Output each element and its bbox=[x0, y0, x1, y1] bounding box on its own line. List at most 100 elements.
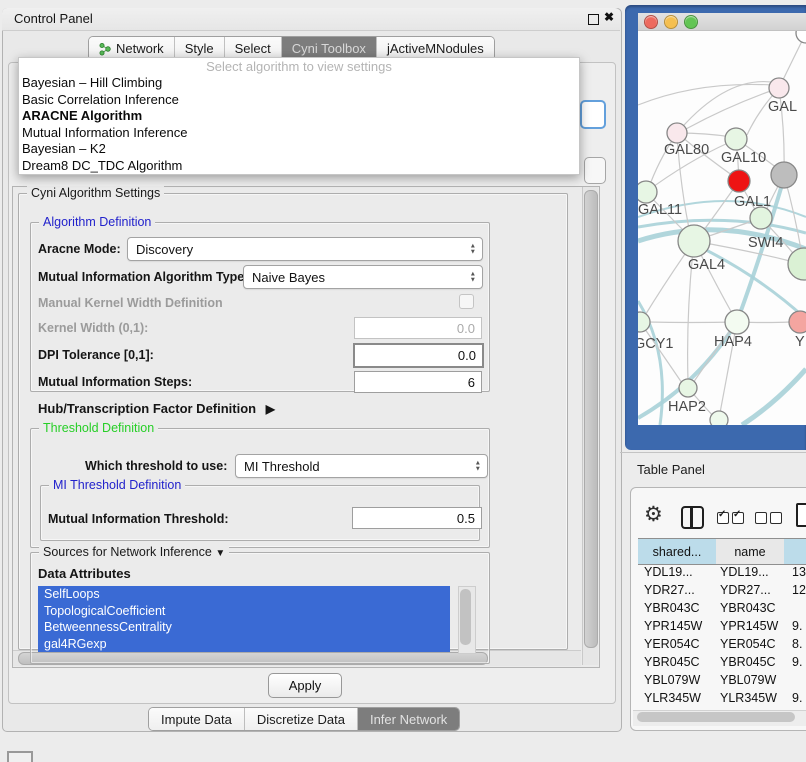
table-row[interactable]: YLR345WYLR345W9. bbox=[638, 691, 806, 709]
network-node-label: GAL1 bbox=[734, 194, 771, 210]
tab-discretize-data[interactable]: Discretize Data bbox=[245, 708, 358, 730]
column-header-name[interactable]: name bbox=[716, 538, 785, 565]
control-panel-titlebar bbox=[2, 8, 620, 31]
column-header-third[interactable] bbox=[784, 538, 806, 565]
network-node[interactable] bbox=[788, 248, 806, 280]
network-icon bbox=[99, 42, 111, 56]
unchecked-checkbox-icon[interactable] bbox=[755, 512, 767, 524]
table-row[interactable]: YDR27...YDR27...12 bbox=[638, 583, 806, 601]
aracne-mode-combobox[interactable]: Discovery ▲▼ bbox=[127, 237, 483, 261]
aracne-mode-label: Aracne Mode: bbox=[38, 242, 121, 256]
data-attribute-item[interactable]: BetweennessCentrality bbox=[38, 619, 450, 636]
algorithm-combobox-fragment[interactable] bbox=[580, 100, 606, 129]
manual-kernel-checkbox[interactable] bbox=[459, 294, 474, 309]
mi-threshold-definition-title: MI Threshold Definition bbox=[49, 478, 185, 492]
network-node[interactable] bbox=[769, 78, 789, 98]
network-edge[interactable] bbox=[742, 369, 806, 425]
network-node-label: HAP4 bbox=[714, 334, 752, 350]
which-threshold-combobox[interactable]: MI Threshold ▲▼ bbox=[235, 454, 488, 478]
table-row[interactable]: YBR043CYBR043C bbox=[638, 601, 806, 619]
mi-steps-field[interactable]: 6 bbox=[354, 371, 482, 393]
table-row[interactable]: YPR145WYPR145W9. bbox=[638, 619, 806, 637]
network-node[interactable] bbox=[725, 310, 749, 334]
network-node[interactable] bbox=[678, 225, 710, 257]
data-attribute-item[interactable]: SelfLoops bbox=[38, 586, 450, 603]
close-icon[interactable]: ✖ bbox=[604, 10, 614, 24]
collapse-arrow-icon[interactable]: ▼ bbox=[215, 548, 225, 559]
algorithm-option[interactable]: Bayesian – K2 bbox=[19, 141, 579, 158]
network-node[interactable] bbox=[725, 128, 747, 150]
kernel-width-field[interactable]: 0.0 bbox=[354, 317, 482, 339]
network-node-label: SWI4 bbox=[748, 235, 783, 251]
network-node-label: GAL10 bbox=[721, 150, 766, 166]
mi-algorithm-type-combobox[interactable]: Naive Bayes ▲▼ bbox=[243, 265, 483, 289]
close-traffic-light[interactable] bbox=[644, 15, 658, 29]
network-edge[interactable] bbox=[686, 88, 779, 129]
network-node[interactable] bbox=[710, 411, 728, 425]
table-cell: 9. bbox=[784, 691, 806, 709]
dpi-tolerance-field[interactable]: 0.0 bbox=[353, 343, 484, 368]
algorithm-option[interactable]: Dream8 DC_TDC Algorithm bbox=[19, 158, 579, 175]
split-columns-icon[interactable] bbox=[681, 506, 704, 529]
float-window-icon[interactable] bbox=[588, 14, 599, 25]
network-node[interactable] bbox=[750, 207, 772, 229]
zoom-traffic-light[interactable] bbox=[684, 15, 698, 29]
algorithm-option[interactable]: Bayesian – Hill Climbing bbox=[19, 75, 579, 92]
minimize-traffic-light[interactable] bbox=[664, 15, 678, 29]
tab-discretize-data-label: Discretize Data bbox=[257, 712, 345, 727]
network-node[interactable] bbox=[771, 162, 797, 188]
network-edge[interactable] bbox=[648, 322, 737, 323]
data-attribute-item[interactable]: TopologicalCoefficient bbox=[38, 603, 450, 620]
table-cell: YBR043C bbox=[638, 601, 716, 619]
network-edge[interactable] bbox=[638, 84, 772, 105]
network-node-label: GAL80 bbox=[664, 142, 709, 158]
network-canvas[interactable]: GALGAL80GAL10GAL1GAL11SWI4GAL4GCY1HAP4YH… bbox=[638, 13, 806, 425]
tab-infer-network-label: Infer Network bbox=[370, 712, 447, 727]
tab-network-label: Network bbox=[116, 41, 164, 56]
tab-select-label: Select bbox=[235, 41, 271, 56]
network-node[interactable] bbox=[789, 311, 806, 333]
tab-impute-data-label: Impute Data bbox=[161, 712, 232, 727]
tab-impute-data[interactable]: Impute Data bbox=[149, 708, 245, 730]
network-node[interactable] bbox=[638, 181, 657, 203]
mi-threshold-field[interactable]: 0.5 bbox=[352, 507, 482, 529]
network-node[interactable] bbox=[679, 379, 697, 397]
network-node-label: GCY1 bbox=[638, 336, 674, 352]
table-cell: YBR045C bbox=[638, 655, 716, 673]
checked-checkbox-icon[interactable] bbox=[717, 512, 729, 524]
table-cell: YER054C bbox=[638, 637, 716, 655]
table-row[interactable]: YBL079WYBL079W bbox=[638, 673, 806, 691]
unchecked-checkbox-icon[interactable] bbox=[770, 512, 782, 524]
settings-vscrollbar-thumb[interactable] bbox=[584, 190, 598, 648]
table-combobox-fragment[interactable] bbox=[584, 157, 606, 184]
table-row[interactable]: YDL19...YDL19...13 bbox=[638, 565, 806, 583]
table-cell: 13 bbox=[784, 565, 806, 583]
corner-chip-icon bbox=[7, 751, 33, 762]
algorithm-popup-list: Bayesian – Hill ClimbingBasic Correlatio… bbox=[19, 75, 579, 174]
algorithm-option[interactable]: ARACNE Algorithm bbox=[19, 108, 579, 125]
apply-button[interactable]: Apply bbox=[268, 673, 342, 698]
table-row[interactable]: YER054CYER054C8. bbox=[638, 637, 806, 655]
table-cell: YBR045C bbox=[716, 655, 784, 673]
algorithm-option[interactable]: Mutual Information Inference bbox=[19, 125, 579, 142]
page-icon[interactable] bbox=[796, 503, 806, 527]
network-node[interactable] bbox=[667, 123, 687, 143]
table-row[interactable]: YBR045CYBR045C9. bbox=[638, 655, 806, 673]
expand-arrow-icon[interactable]: ▶ bbox=[266, 402, 275, 416]
attributes-scrollbar-thumb[interactable] bbox=[460, 589, 471, 645]
column-header-shared[interactable]: shared... bbox=[638, 538, 717, 565]
gear-icon[interactable]: ⚙ bbox=[644, 502, 663, 527]
network-node[interactable] bbox=[728, 170, 750, 192]
checked-checkbox-icon[interactable] bbox=[732, 512, 744, 524]
mi-threshold-label: Mutual Information Threshold: bbox=[48, 512, 229, 526]
tab-infer-network[interactable]: Infer Network bbox=[358, 708, 459, 730]
data-attribute-item[interactable]: gal4RGexp bbox=[38, 636, 450, 653]
table-cell bbox=[784, 601, 806, 619]
table-hscrollbar-thumb[interactable] bbox=[637, 712, 795, 722]
algorithm-popup-placeholder: Select algorithm to view settings bbox=[19, 58, 579, 75]
network-node[interactable] bbox=[638, 312, 650, 332]
hub-section-label[interactable]: Hub/Transcription Factor Definition ▶ bbox=[38, 401, 275, 416]
combo-arrows-icon: ▲▼ bbox=[470, 272, 476, 283]
table-cell: YPR145W bbox=[638, 619, 716, 637]
algorithm-option[interactable]: Basic Correlation Inference bbox=[19, 92, 579, 109]
